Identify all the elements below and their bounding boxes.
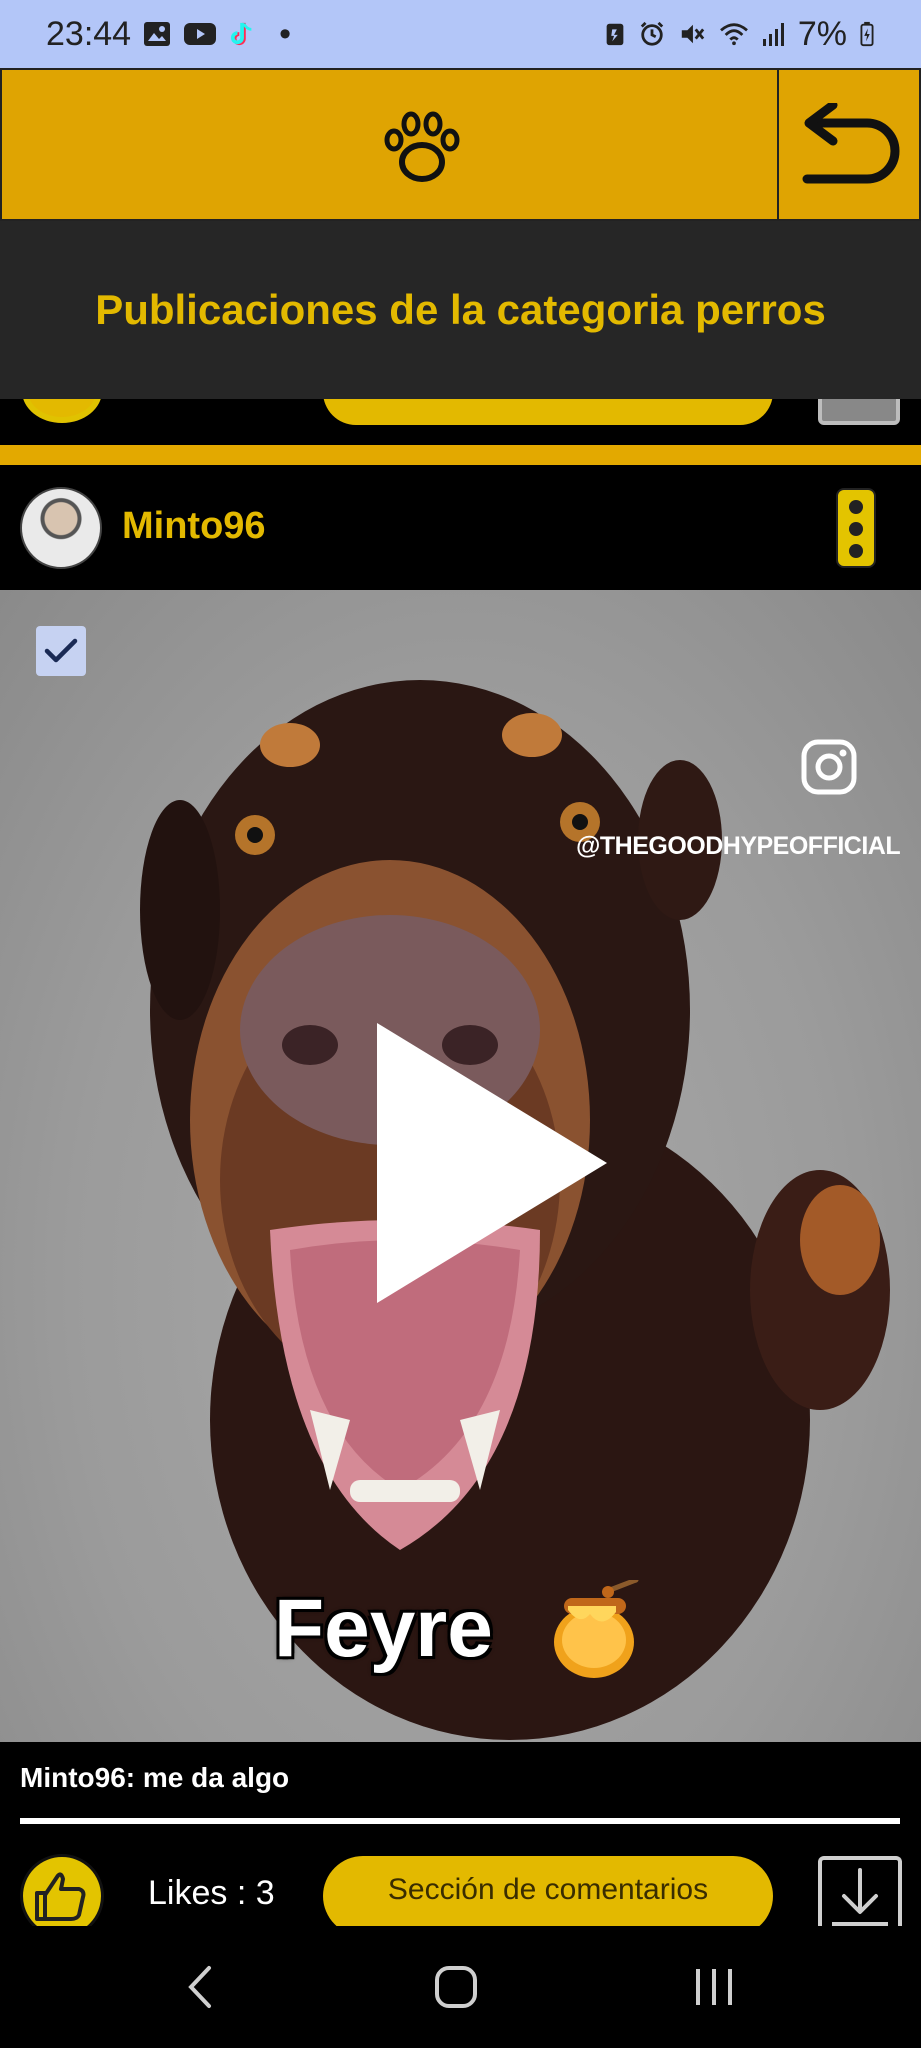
battery-icon — [860, 21, 874, 47]
caption-divider — [20, 1818, 900, 1824]
download-icon — [832, 1868, 888, 1926]
back-arrow-icon — [802, 102, 900, 183]
youtube-icon — [184, 23, 217, 45]
status-dot: • — [279, 14, 291, 53]
gallery-icon — [144, 22, 171, 46]
previous-comments-button[interactable] — [323, 399, 773, 425]
video-caption-overlay: Feyre — [274, 1583, 493, 1674]
back-button[interactable] — [777, 70, 919, 221]
tiktok-icon — [231, 22, 252, 46]
app-header — [0, 68, 921, 221]
thumbs-up-icon — [35, 1872, 86, 1921]
post-username[interactable]: Minto96 — [122, 505, 266, 548]
signal-icon — [762, 23, 784, 46]
nav-home-icon — [435, 1966, 477, 2008]
status-time: 23:44 — [46, 14, 132, 53]
nav-back-button[interactable] — [130, 1926, 270, 2048]
post-divider — [0, 445, 921, 465]
category-banner: Publicaciones de la categoria perros — [0, 221, 921, 399]
like-button[interactable] — [20, 1854, 104, 1926]
instagram-icon — [801, 739, 857, 795]
wifi-icon — [719, 23, 748, 46]
checkmark-icon — [44, 638, 78, 663]
post-video[interactable]: @THEGOODHYPEOFFICIAL Feyre — [0, 590, 921, 1742]
avatar[interactable] — [20, 487, 102, 569]
comments-button[interactable]: Sección de comentarios — [323, 1856, 773, 1926]
nav-back-icon — [188, 1966, 211, 2008]
post-caption: Minto96: me da algo — [20, 1762, 290, 1793]
download-button[interactable] — [818, 1856, 902, 1926]
previous-post-actions — [0, 399, 921, 445]
nav-home-button[interactable] — [386, 1926, 526, 2048]
previous-download-button[interactable] — [818, 399, 900, 425]
play-icon[interactable] — [372, 1018, 612, 1308]
more-options-button[interactable] — [836, 488, 876, 568]
paw-icon[interactable] — [372, 110, 472, 190]
previous-like-button[interactable] — [22, 399, 102, 423]
watermark-text: @THEGOODHYPEOFFICIAL — [576, 832, 901, 860]
battery-percent: 7% — [797, 14, 847, 53]
nav-recents-icon — [696, 1969, 732, 2005]
select-checkbox[interactable] — [36, 626, 86, 676]
alarm-icon — [640, 21, 664, 46]
data-saver-icon — [606, 23, 624, 46]
page-title: Publicaciones de la categoria perros — [95, 286, 826, 333]
status-bar: 23:44 • 7% — [0, 0, 921, 68]
honey-pot-icon — [554, 1580, 639, 1678]
likes-count: Likes : 3 — [148, 1874, 275, 1912]
post-header: Minto96 — [0, 465, 921, 590]
nav-recents-button[interactable] — [644, 1926, 784, 2048]
post-actions: Likes : 3 Sección de comentarios — [0, 1840, 921, 1926]
mute-icon — [681, 24, 705, 44]
system-nav-bar — [0, 1926, 921, 2048]
